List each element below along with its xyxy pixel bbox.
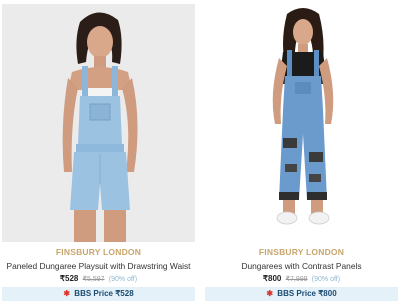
tag-icon: ✱	[63, 289, 71, 298]
tag-icon: ✱	[266, 289, 274, 298]
product-price: ₹800	[262, 274, 282, 283]
bbs-price-badge: ✱ BBS Price ₹800	[205, 287, 398, 301]
product-mrp: ₹7,999	[285, 276, 308, 283]
product-brand: FINSBURY LONDON	[258, 247, 345, 257]
product-image[interactable]	[2, 4, 195, 242]
product-card[interactable]: FINSBURY LONDON Paneled Dungaree Playsui…	[2, 0, 197, 305]
product-mrp: ₹5,597	[82, 276, 105, 283]
bbs-price-badge: ✱ BBS Price ₹528	[2, 287, 195, 301]
product-price: ₹528	[59, 274, 79, 283]
product-discount: (90% off)	[311, 276, 341, 283]
price-line: ₹800 ₹7,999 (90% off)	[205, 274, 398, 283]
product-grid: FINSBURY LONDON Paneled Dungaree Playsui…	[0, 0, 400, 305]
product-title[interactable]: Paneled Dungaree Playsuit with Drawstrin…	[2, 261, 195, 271]
price-line: ₹528 ₹5,597 (90% off)	[2, 274, 195, 283]
bbs-price-label: BBS Price ₹528	[74, 289, 134, 298]
product-discount: (90% off)	[108, 276, 138, 283]
model-photo-dungarees	[272, 8, 334, 225]
model-photo-playsuit	[62, 12, 138, 242]
product-title[interactable]: Dungarees with Contrast Panels	[205, 261, 398, 271]
product-image[interactable]	[205, 4, 398, 242]
product-brand: FINSBURY LONDON	[55, 247, 142, 257]
product-card[interactable]: FINSBURY LONDON Dungarees with Contrast …	[205, 0, 400, 305]
bbs-price-label: BBS Price ₹800	[277, 289, 337, 298]
